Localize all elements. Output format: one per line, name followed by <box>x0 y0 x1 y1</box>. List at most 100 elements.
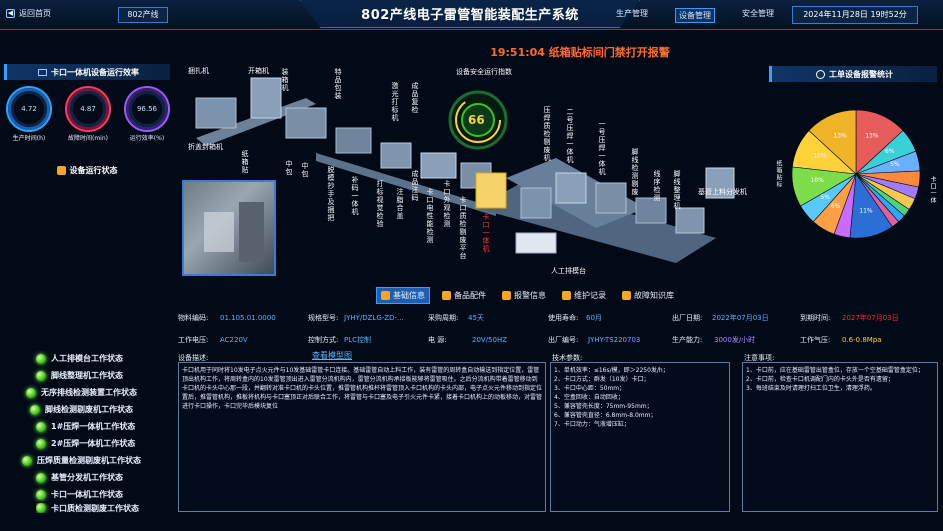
alarm-stats-title: 工单设备报警统计 <box>769 66 937 82</box>
label-machine: 中包 <box>285 160 293 176</box>
status-item: 卡口一体机工作状态 <box>36 486 186 503</box>
tech-param: 6、兼容管壳直径：6.8mm-8.0mm； <box>554 412 657 419</box>
label-machine: 补码一体机 <box>351 176 359 216</box>
tab-alarm-info[interactable]: 报警信息 <box>498 288 550 303</box>
status-item: 2#压焊一体机工作状态 <box>36 435 186 452</box>
tech-param: 3、卡口中心距：50mm； <box>554 385 626 392</box>
label-machine: 纸箱贴 <box>241 150 249 174</box>
back-home-button[interactable]: ◀ 返回首页 <box>6 8 51 19</box>
note-item: 3、每班结束及时请理打扫工位卫生，清理浮药。 <box>746 385 876 392</box>
gauge-fault-time: 4.87 故障时间(min) <box>67 88 109 158</box>
note-item: 2、卡口前，检查卡口机调配门内的卡头外是否有遗留； <box>746 376 894 383</box>
field-label: 采购周期: <box>428 314 459 322</box>
wrench-icon <box>442 290 451 300</box>
highlight-machine-label: 卡口一体机 <box>482 213 490 253</box>
efficiency-title-text: 卡口一体机设备运行效率 <box>51 67 139 77</box>
system-title: 802产线电子雷管智能装配生产系统 <box>361 8 579 23</box>
label-machine: 特品包装 <box>334 68 342 100</box>
safety-index-value: 66 <box>468 113 485 127</box>
pie-slice-label: 6% <box>831 203 841 210</box>
tab-spare-parts[interactable]: 备品配件 <box>438 288 490 303</box>
material-code-value: 01.105.01.0000 <box>220 314 276 322</box>
field-label: 电 源: <box>428 336 447 344</box>
label-machine: 二号压焊一体机 <box>566 108 574 164</box>
expiry-date-value: 2027年07月03日 <box>842 314 899 322</box>
status-indicator-icon <box>30 404 40 415</box>
gauges-row: 4.72 生产时间(h) 4.87 故障时间(min) 96.56 运行效率(%… <box>8 88 168 158</box>
tab-maintenance[interactable]: 维护记录 <box>558 288 610 303</box>
gauge-value: 4.72 <box>21 105 37 113</box>
field-label: 工作气压: <box>800 336 831 344</box>
status-indicator-icon <box>36 438 46 449</box>
label-machine: 卡口电性能检测 <box>426 188 434 244</box>
info-row-1: 物料编码: 01.105.01.0000 规格型号: JYHY/DZLG-ZD-… <box>178 313 938 323</box>
gauge-label: 运行效率(%) <box>129 135 165 142</box>
safety-index-title: 设备安全运行指数 <box>456 68 512 76</box>
tab-fault-knowledge[interactable]: 故障知识库 <box>618 288 678 303</box>
notes-box: 1、卡口前，应在基础雷管出管盒位，存放一个空基础雷管盒定位； 2、卡口前，检查卡… <box>742 362 938 512</box>
status-indicator-icon <box>22 455 32 466</box>
production-line-tag[interactable]: 802产线 <box>118 7 168 23</box>
gauge-ring: 4.87 <box>67 88 109 130</box>
label-machine: 注脂合盖 <box>396 188 404 220</box>
label-machine: 打标视觉检验 <box>376 180 384 228</box>
tech-param: 5、兼容管壳长度：75mm-95mm； <box>554 403 653 410</box>
label-machine: 卡口外观检测 <box>443 180 451 228</box>
pie-slice-label: 6% <box>885 148 895 155</box>
pie-slice-label: 11% <box>859 207 873 214</box>
status-indicator-icon <box>36 353 46 364</box>
production-line-view: 设备安全运行指数 66 卡口一体机 捆扎机 开箱机 折盖封箱机 基管上料分发机 … <box>176 58 766 284</box>
gauge-ring: 4.72 <box>8 88 50 130</box>
power-value: 20V/50HZ <box>472 336 508 344</box>
tech-param: 1、单机效率：≤16s/模，即＞2250发/h； <box>554 367 669 374</box>
info-tabs: 基础信息 备品配件 报警信息 维护记录 故障知识库 <box>176 286 763 304</box>
status-item: 人工排模台工作状态 <box>36 350 186 367</box>
service-life-value: 60月 <box>586 314 602 322</box>
tech-param: 7、卡口动力：气液增压缸； <box>554 421 630 428</box>
status-title-text: 设备运行状态 <box>69 165 118 175</box>
factory-date-value: 2022年07月03日 <box>712 314 769 322</box>
nav-safety[interactable]: 安全管理 <box>742 8 774 19</box>
nav-equipment[interactable]: 设备管理 <box>675 8 715 23</box>
camera-feed[interactable] <box>182 180 276 276</box>
view-model-link[interactable]: 查看模型图 <box>312 350 352 361</box>
status-item: 基管分发机工作状态 <box>36 469 186 486</box>
pie-slice-label: 5% <box>890 161 900 168</box>
field-label: 使用寿命: <box>548 314 579 322</box>
label-machine: 激光打标机 <box>391 82 399 122</box>
pie-side-label-right: 卡口一体 <box>929 176 936 204</box>
field-label: 到期时间: <box>800 314 831 322</box>
label-machine: 一号压焊一体机 <box>598 120 606 176</box>
back-home-label: 返回首页 <box>19 9 51 18</box>
monitor-icon <box>38 68 47 76</box>
camera-equipment-shape <box>204 212 234 252</box>
status-item: 脚线检测剔废机工作状态 <box>30 401 186 418</box>
nav-production[interactable]: 生产管理 <box>616 8 648 19</box>
status-panel-title: 设备运行状态 <box>4 162 170 178</box>
status-indicator-icon <box>36 489 46 500</box>
field-label: 出厂日期: <box>672 314 703 322</box>
status-indicator-icon <box>36 472 46 483</box>
info-icon <box>381 290 390 300</box>
air-pressure-value: 0.6-0.8Mpa <box>842 336 882 344</box>
field-label: 生产能力: <box>672 336 703 344</box>
purchase-cycle-value: 45天 <box>468 314 484 322</box>
label-machine: 成品复检 <box>411 82 419 114</box>
gauge-value: 96.56 <box>136 105 158 113</box>
label-machine: 线序检测 <box>653 170 661 202</box>
status-item: 脚线整理机工作状态 <box>36 367 186 384</box>
alarm-stats-title-text: 工单设备报警统计 <box>829 69 893 79</box>
note-item: 1、卡口前，应在基础雷管出管盒位，存放一个空基础雷管盒定位； <box>746 367 924 374</box>
field-label: 控制方式: <box>308 336 339 344</box>
capacity-value: 3000发/小时 <box>714 336 756 344</box>
gauge-ring: 96.56 <box>126 88 168 130</box>
datetime-display: 2024年11月28日 19时52分 <box>792 6 918 24</box>
field-label: 工作电压: <box>178 336 209 344</box>
status-indicator-icon <box>36 370 46 381</box>
back-arrow-icon: ◀ <box>6 9 15 18</box>
label-bundler: 捆扎机 <box>188 67 209 75</box>
label-machine: 中包 <box>301 162 309 178</box>
status-indicator-icon <box>36 421 46 432</box>
label-manual-station: 人工排模台 <box>551 267 586 275</box>
tab-basic-info[interactable]: 基础信息 <box>376 286 430 304</box>
